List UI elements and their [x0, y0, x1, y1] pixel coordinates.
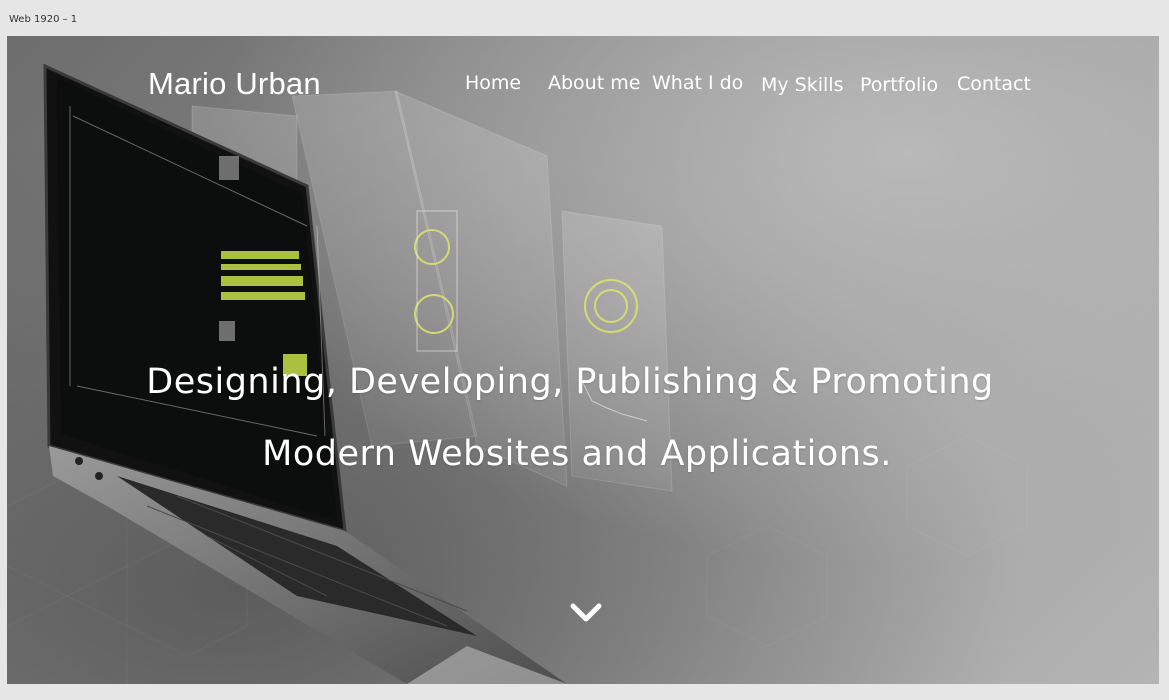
nav-contact[interactable]: Contact: [957, 73, 1031, 95]
nav-home[interactable]: Home: [465, 72, 521, 94]
artboard-label: Web 1920 – 1: [9, 14, 78, 25]
brand-logo[interactable]: Mario Urban: [148, 66, 321, 102]
hero-headline-line2: Modern Websites and Applications.: [262, 434, 892, 474]
nav-portfolio[interactable]: Portfolio: [860, 74, 938, 96]
nav-what-i-do[interactable]: What I do: [652, 72, 743, 94]
nav-my-skills[interactable]: My Skills: [761, 74, 843, 96]
hero-section: Mario Urban Home About me What I do My S…: [7, 36, 1159, 684]
chevron-down-icon[interactable]: [570, 602, 602, 624]
hero-image: [7, 63, 1028, 684]
hero-headline-line1: Designing, Developing, Publishing & Prom…: [146, 362, 994, 402]
nav-about-me[interactable]: About me: [548, 72, 640, 94]
